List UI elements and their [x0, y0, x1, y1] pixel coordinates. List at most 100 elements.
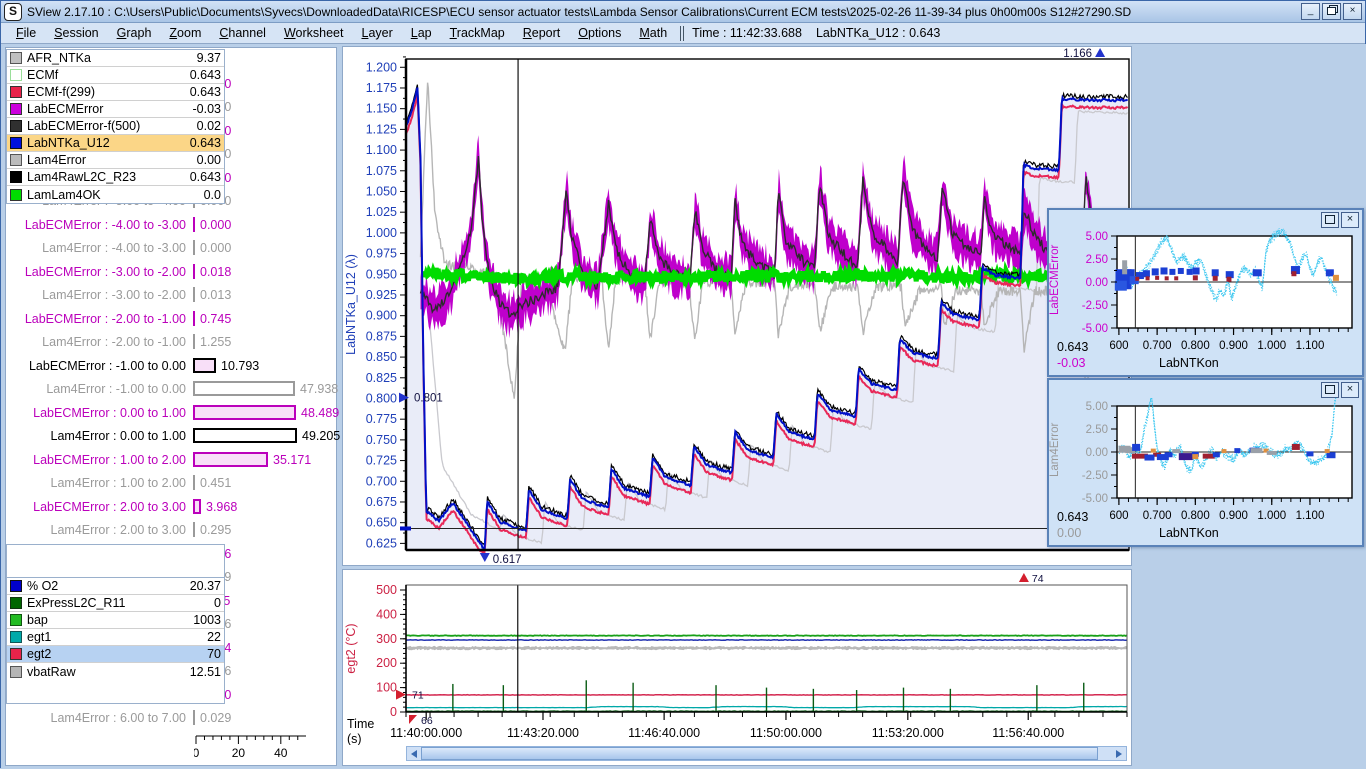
close-button[interactable]: × [1341, 212, 1359, 228]
menu-layer[interactable]: Layer [352, 24, 401, 42]
channel-value: 0.0 [204, 188, 221, 202]
channel-row-vbatraw[interactable]: vbatRaw12.51 [7, 663, 224, 680]
svg-text:11:53:20.000: 11:53:20.000 [872, 726, 944, 740]
histogram-value: 1.255 [200, 335, 231, 349]
svg-text:-2.50: -2.50 [1082, 300, 1108, 312]
channel-row-ecmf-f-299-[interactable]: ECMf-f(299)0.643 [7, 84, 224, 101]
bottom-chart[interactable]: 0100200300400500egt2 (°C)11:40:00.00011:… [343, 570, 1131, 745]
channel-name: ECMf-f(299) [27, 85, 190, 99]
channel-name: LamLam4OK [27, 188, 204, 202]
menu-items: FileSessionGraphZoomChannelWorksheetLaye… [7, 26, 676, 40]
main-chart[interactable]: 0.6250.6500.6750.7000.7250.7500.7750.800… [343, 47, 1131, 565]
svg-text:20: 20 [232, 746, 246, 760]
histogram-row: LabECMError : 1.00 to 2.0035.171 [8, 448, 336, 471]
scatter2-window-buttons: × [1319, 382, 1359, 398]
close-button[interactable]: × [1341, 382, 1359, 398]
svg-text:71: 71 [412, 690, 424, 702]
channel-row-lam4rawl2c-r23[interactable]: Lam4RawL2C_R230.643 [7, 169, 224, 186]
channel-row-expressl2c-r11[interactable]: ExPressL2C_R110 [7, 595, 224, 612]
histogram-bar [193, 264, 195, 279]
channel-value: 9.37 [197, 51, 221, 65]
restore-button[interactable] [1322, 3, 1341, 20]
svg-text:0.775: 0.775 [366, 412, 397, 426]
svg-text:1.200: 1.200 [366, 60, 397, 74]
menu-zoom[interactable]: Zoom [160, 24, 210, 42]
channel-value: 0.643 [190, 170, 221, 184]
channel-row--o2[interactable]: % O220.37 [7, 578, 224, 595]
channel-row-labntka-u12[interactable]: LabNTKa_U120.643 [7, 135, 224, 152]
menu-channel[interactable]: Channel [210, 24, 275, 42]
scatter2-ylabel: Lam4Error [1049, 398, 1061, 502]
bottom-chart-panel[interactable]: 0100200300400500egt2 (°C)11:40:00.00011:… [342, 569, 1132, 766]
channel-row-labecmerror-f-500-[interactable]: LabECMError-f(500)0.02 [7, 118, 224, 135]
channel-value: 0.00 [197, 153, 221, 167]
channel-row-egt1[interactable]: egt122 [7, 629, 224, 646]
svg-text:0.800: 0.800 [1181, 510, 1210, 522]
channel-name: % O2 [27, 579, 190, 593]
histogram-value: 48.489 [301, 406, 339, 420]
svg-text:11:40:00.000: 11:40:00.000 [390, 726, 462, 740]
menu-math[interactable]: Math [630, 24, 676, 42]
channel-row-afr-ntka[interactable]: AFR_NTKa9.37 [7, 50, 224, 67]
menu-session[interactable]: Session [45, 24, 107, 42]
histogram-bar [193, 311, 195, 326]
histogram-value: 0.451 [200, 476, 231, 490]
channel-value: 70 [207, 647, 221, 661]
maximize-button[interactable] [1321, 382, 1339, 398]
svg-text:1.000: 1.000 [1257, 340, 1286, 352]
scatter1-xlabel: LabNTKon [1159, 356, 1219, 370]
channel-name: LabECMError [27, 102, 193, 116]
histogram-row: Lam4Error : 2.00 to 3.000.295 [8, 518, 336, 541]
channel-color-swatch [10, 120, 22, 132]
channel-name: egt1 [27, 630, 207, 644]
scroll-right-arrow-icon[interactable] [1112, 747, 1126, 760]
channel-row-bap[interactable]: bap1003 [7, 612, 224, 629]
scatter2-cursor-x-value: 0.643 [1057, 510, 1088, 524]
menu-graph[interactable]: Graph [108, 24, 161, 42]
close-button[interactable]: × [1343, 3, 1362, 20]
svg-text:0.617: 0.617 [493, 554, 522, 565]
restore-icon [1327, 7, 1336, 15]
histogram-bar [193, 405, 296, 420]
menu-worksheet[interactable]: Worksheet [275, 24, 353, 42]
minimize-button[interactable]: _ [1301, 3, 1320, 20]
menu-trackmap[interactable]: TrackMap [441, 24, 514, 42]
histogram-value: 47.938 [300, 382, 338, 396]
channel-row-ecmf[interactable]: ECMf0.643 [7, 67, 224, 84]
maximize-button[interactable] [1321, 212, 1339, 228]
svg-text:600: 600 [1109, 510, 1128, 522]
scatter-window-labecmerror[interactable]: × 5.002.500.00-2.50-5.006000.7000.8000.9… [1047, 208, 1364, 377]
channel-color-swatch [10, 597, 22, 609]
menu-bar: FileSessionGraphZoomChannelWorksheetLaye… [1, 23, 1365, 44]
scatter1-plot[interactable]: 5.002.500.00-2.50-5.006000.7000.8000.900… [1049, 228, 1362, 353]
svg-text:LabNTKa_U12 (λ): LabNTKa_U12 (λ) [344, 254, 358, 355]
channel-row-egt2[interactable]: egt270 [7, 646, 224, 663]
histogram-bin: LabECMError : 1.00 to 2.0035.171Lam4Erro… [8, 448, 336, 494]
svg-text:0.700: 0.700 [366, 474, 397, 488]
maximize-icon [1325, 385, 1335, 394]
channel-value: 22 [207, 630, 221, 644]
main-chart-panel[interactable]: 0.6250.6500.6750.7000.7250.7500.7750.800… [342, 46, 1132, 566]
menu-options[interactable]: Options [569, 24, 630, 42]
menu-lap[interactable]: Lap [402, 24, 441, 42]
scatter2-plot[interactable]: 5.002.500.00-2.50-5.006000.7000.8000.900… [1049, 398, 1362, 523]
scatter-window-lam4error[interactable]: × 5.002.500.00-2.50-5.006000.7000.8000.9… [1047, 378, 1364, 547]
channel-name: AFR_NTKa [27, 51, 197, 65]
menu-report[interactable]: Report [514, 24, 570, 42]
channel-color-swatch [10, 137, 22, 149]
histogram-value: 0.000 [200, 218, 231, 232]
histogram-label: LabECMError : -4.00 to -3.00 [8, 218, 193, 232]
channel-row-lamlam4ok[interactable]: LamLam4OK0.0 [7, 186, 224, 203]
channel-row-labecmerror[interactable]: LabECMError-0.03 [7, 101, 224, 118]
histogram-label: LabECMError : 2.00 to 3.00 [8, 500, 193, 514]
scroll-left-arrow-icon[interactable] [407, 747, 421, 760]
menu-file[interactable]: File [7, 24, 45, 42]
svg-text:0.800: 0.800 [1181, 340, 1210, 352]
scatter1-window-buttons: × [1319, 212, 1359, 228]
histogram-bin: LabECMError : 2.00 to 3.003.968Lam4Error… [8, 495, 336, 541]
svg-text:0.750: 0.750 [366, 433, 397, 447]
time-scrollbar[interactable] [406, 746, 1127, 761]
scroll-thumb[interactable] [421, 747, 1098, 760]
channel-row-lam4error[interactable]: Lam4Error0.00 [7, 152, 224, 169]
svg-text:egt2 (°C): egt2 (°C) [344, 623, 358, 673]
